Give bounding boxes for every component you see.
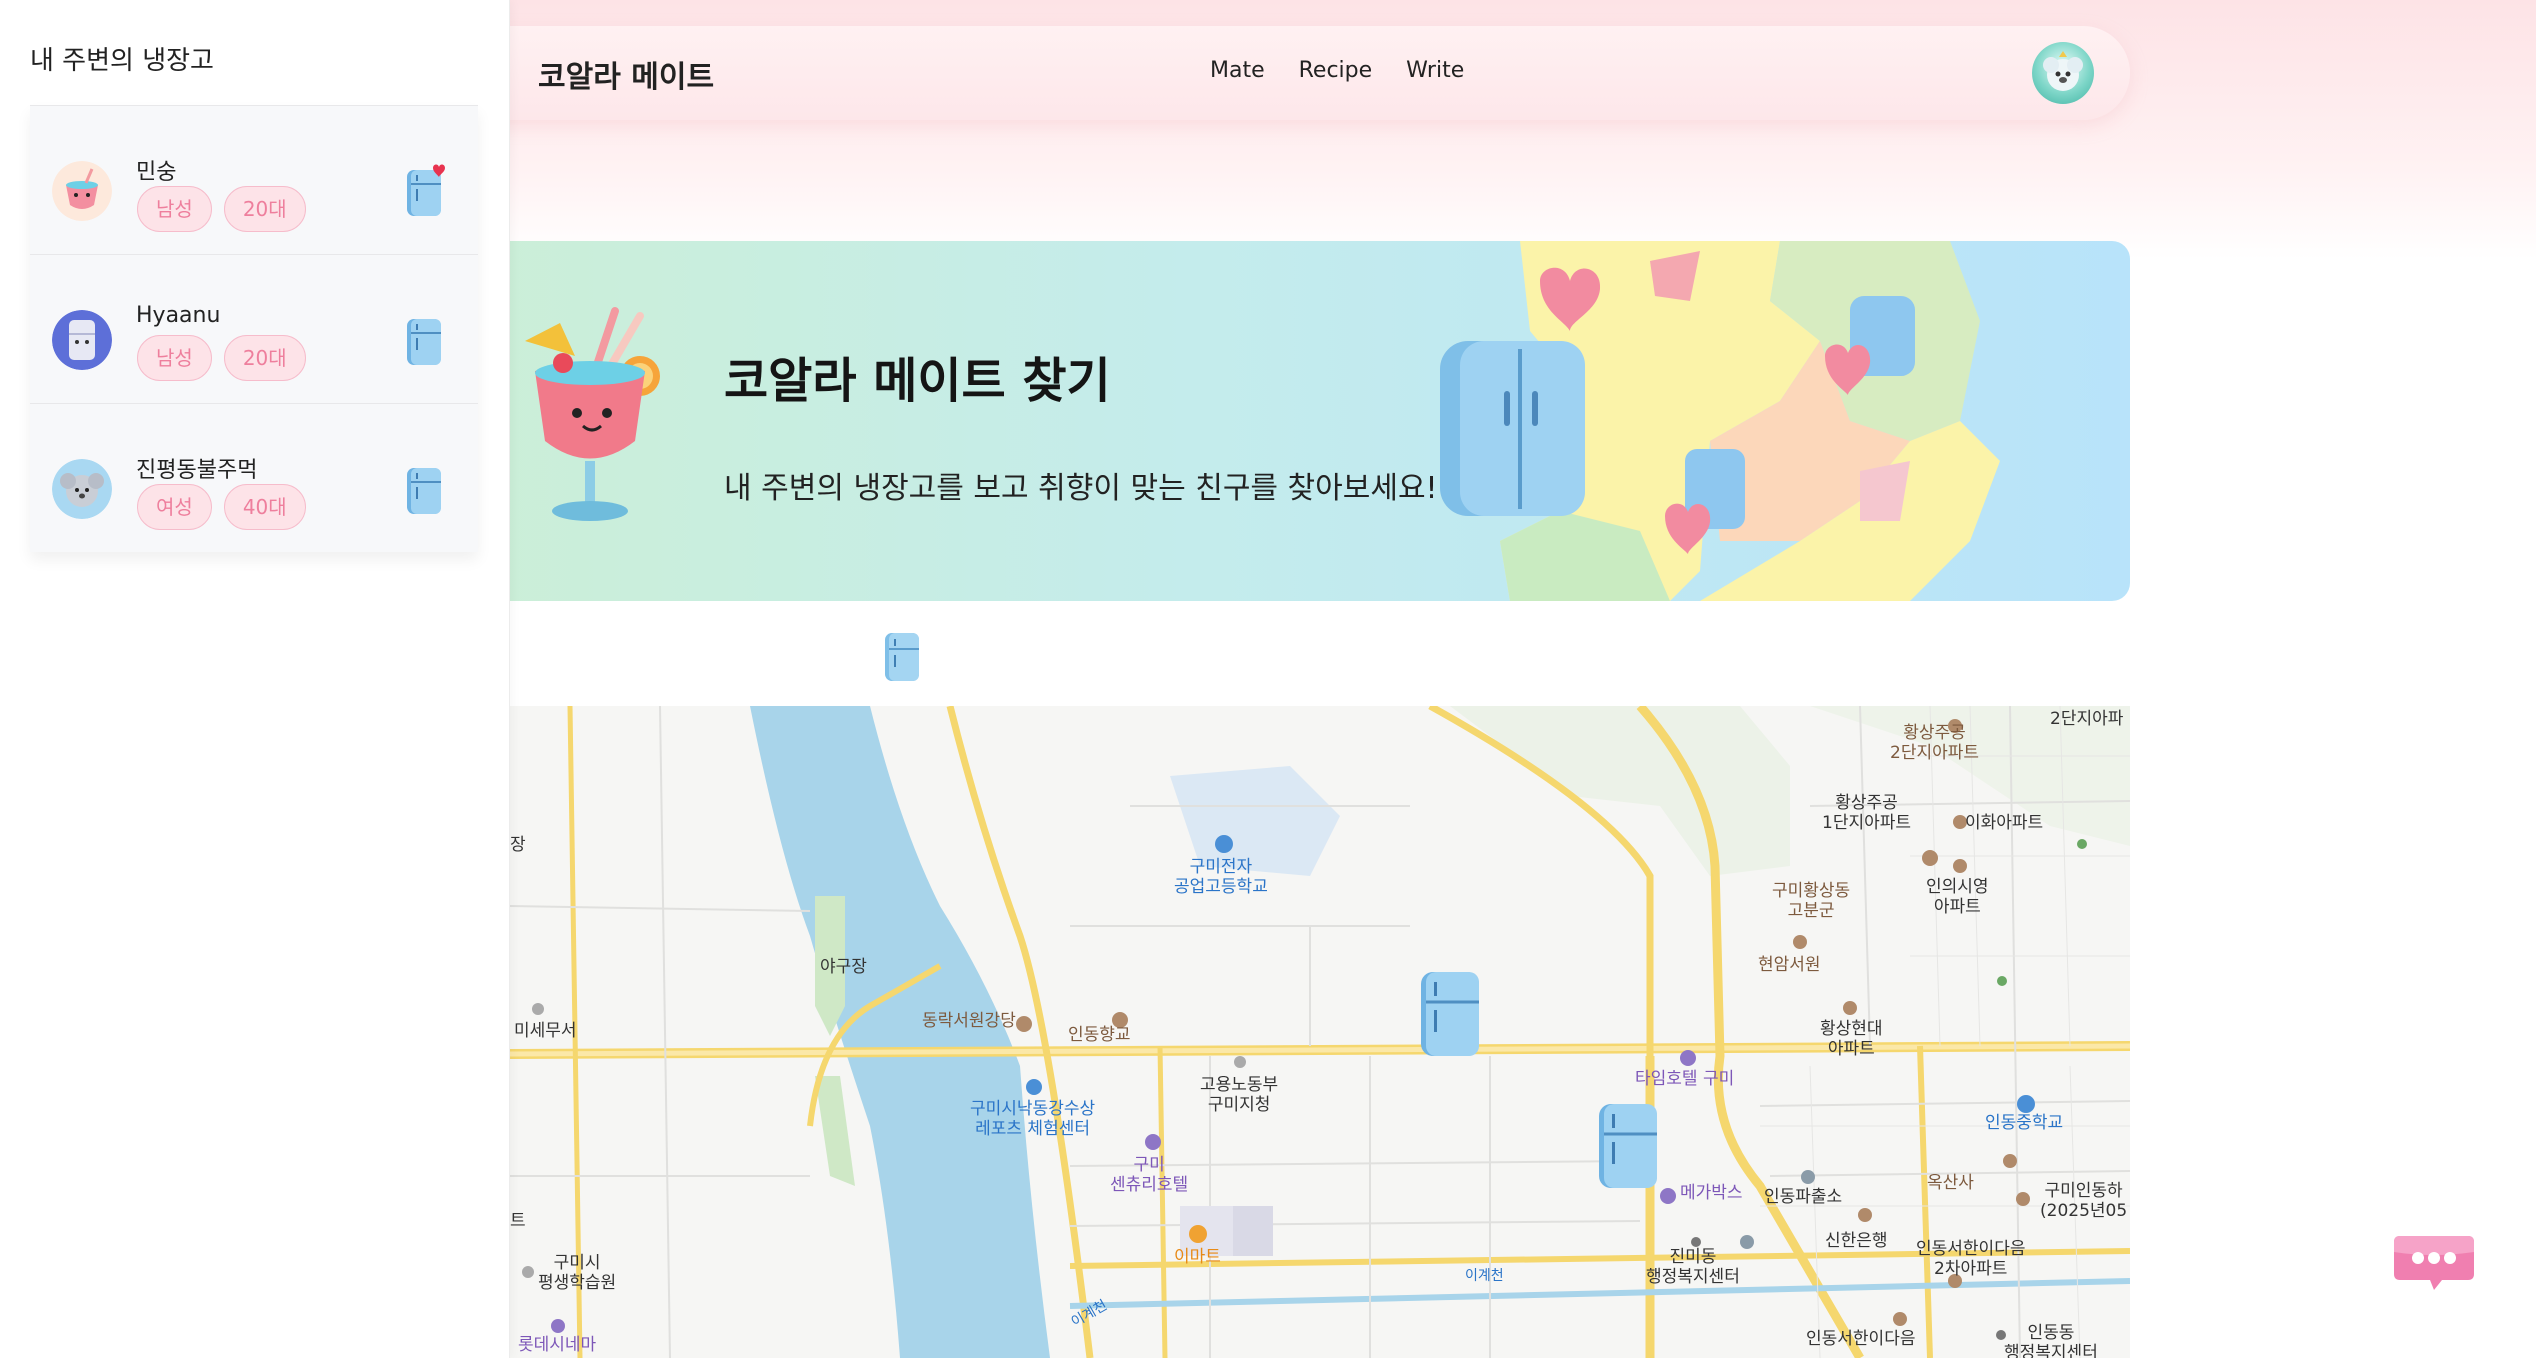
user-tags: 남성 20대 xyxy=(137,335,306,381)
map-fridge-marker-icon[interactable] xyxy=(1420,970,1480,1058)
list-item[interactable]: Hyaanu 남성 20대 xyxy=(30,254,478,403)
gender-badge: 여성 xyxy=(137,484,212,530)
map-label: 롯데시네마 xyxy=(518,1335,597,1355)
fridge-liked-icon[interactable] xyxy=(405,164,445,218)
fridge-icon[interactable] xyxy=(884,631,920,683)
nearby-fridges-panel: 내 주변의 냉장고 민숭 남성 20대 Hyaanu 남성 20대 진평동불주먹… xyxy=(0,0,510,1358)
map-label: 구미전자 공업고등학교 xyxy=(1174,857,1268,897)
map-label: 미세무서 xyxy=(514,1021,577,1041)
map-label: 이화아파트 xyxy=(1965,813,2044,833)
user-name: 진평동불주먹 xyxy=(136,458,258,483)
map-label: 황상주공 2단지아파트 xyxy=(1890,723,1980,763)
map-label: 인동향교 xyxy=(1068,1025,1131,1045)
nav-mate[interactable]: Mate xyxy=(1210,58,1265,83)
map-label: 메가박스 xyxy=(1680,1183,1743,1203)
banner-subtitle: 내 주변의 냉장고를 보고 취향이 맞는 친구를 찾아보세요! xyxy=(724,471,1438,506)
fridge-list: 민숭 남성 20대 Hyaanu 남성 20대 진평동불주먹 여성 40대 xyxy=(30,105,478,552)
hero-banner: 코알라 메이트 찾기 내 주변의 냉장고를 보고 취향이 맞는 친구를 찾아보세… xyxy=(430,241,2130,601)
user-tags: 남성 20대 xyxy=(137,186,306,232)
avatar xyxy=(52,459,112,519)
cocktail-avatar-icon xyxy=(52,161,112,221)
map-view[interactable]: 황상주공 2단지아파트 2단지아파 황상주공 1단지아파트 이화아파트 구미황상동 고… xyxy=(510,706,2130,1358)
avatar xyxy=(52,161,112,221)
map-label: 이계천 xyxy=(1465,1268,1504,1284)
app-logo-title[interactable]: 코알라 메이트 xyxy=(538,52,714,96)
map-label: 트 xyxy=(510,1211,526,1231)
map-label: 황상현대 아파트 xyxy=(1820,1019,1883,1059)
map-label: 신한은행 xyxy=(1825,1231,1888,1251)
chat-bubble-icon[interactable] xyxy=(2392,1232,2476,1294)
map-label: 구미시 평생학습원 xyxy=(538,1253,617,1293)
map-label: 인동동 행정복지센터 xyxy=(2004,1323,2098,1358)
map-fridge-marker-icon[interactable] xyxy=(1598,1102,1658,1190)
map-label: 인동서한이다음 xyxy=(1806,1329,1916,1349)
nav-recipe[interactable]: Recipe xyxy=(1299,58,1373,83)
map-label: 야구장 xyxy=(820,957,867,977)
user-name: 민숭 xyxy=(136,160,177,185)
map-label: 옥산사 xyxy=(1927,1173,1974,1193)
fridge-avatar-icon xyxy=(52,310,112,370)
map-label: 구미 센츄리호텔 xyxy=(1110,1155,1189,1195)
top-header: 코알라 메이트 Mate Recipe Write xyxy=(430,26,2130,120)
map-label: 인동파출소 xyxy=(1764,1187,1843,1207)
map-label: 현암서원 xyxy=(1758,955,1821,975)
user-tags: 여성 40대 xyxy=(137,484,306,530)
map-label: 황상주공 1단지아파트 xyxy=(1822,793,1912,833)
map-label: 인의시영 아파트 xyxy=(1926,877,1989,917)
age-badge: 40대 xyxy=(223,484,306,530)
map-label: 고용노동부 구미지청 xyxy=(1200,1075,1279,1115)
map-label: 2단지아파 xyxy=(2050,709,2124,729)
user-name: Hyaanu xyxy=(136,303,221,328)
list-item[interactable]: 진평동불주먹 여성 40대 xyxy=(30,403,478,552)
banner-title: 코알라 메이트 찾기 xyxy=(724,353,1111,409)
korea-map-illustration xyxy=(1440,241,2000,601)
user-avatar[interactable] xyxy=(2032,42,2094,104)
map-label: 구미황상동 고분군 xyxy=(1772,881,1851,921)
map-label: 동락서원강당 xyxy=(922,1011,1016,1031)
gender-badge: 남성 xyxy=(137,186,212,232)
avatar xyxy=(52,310,112,370)
map-label: 장 xyxy=(510,835,526,855)
map-label: 인동중학교 xyxy=(1985,1113,2064,1133)
age-badge: 20대 xyxy=(223,335,306,381)
fridge-icon[interactable] xyxy=(405,313,445,367)
map-label: 타임호텔 구미 xyxy=(1635,1069,1735,1089)
main-nav: Mate Recipe Write xyxy=(1210,58,1464,83)
koala-avatar-icon xyxy=(2043,51,2083,91)
fridge-icon[interactable] xyxy=(405,462,445,516)
map-label: 인동서한이다음 2차아파트 xyxy=(1916,1239,2026,1279)
nav-write[interactable]: Write xyxy=(1406,58,1464,83)
list-item[interactable]: 민숭 남성 20대 xyxy=(30,105,478,254)
map-label: 구미인동하 (2025년05 xyxy=(2040,1181,2128,1221)
map-label: 진미동 행정복지센터 xyxy=(1646,1247,1740,1287)
gender-badge: 남성 xyxy=(137,335,212,381)
koala-avatar-icon xyxy=(52,459,112,519)
age-badge: 20대 xyxy=(223,186,306,232)
cocktail-icon xyxy=(525,307,660,521)
map-label: 구미시낙동강수상 레포츠 체험센터 xyxy=(970,1099,1096,1139)
map-label: 이마트 xyxy=(1174,1247,1221,1267)
fridge-icon xyxy=(1440,341,1585,516)
panel-title: 내 주변의 냉장고 xyxy=(30,46,214,76)
